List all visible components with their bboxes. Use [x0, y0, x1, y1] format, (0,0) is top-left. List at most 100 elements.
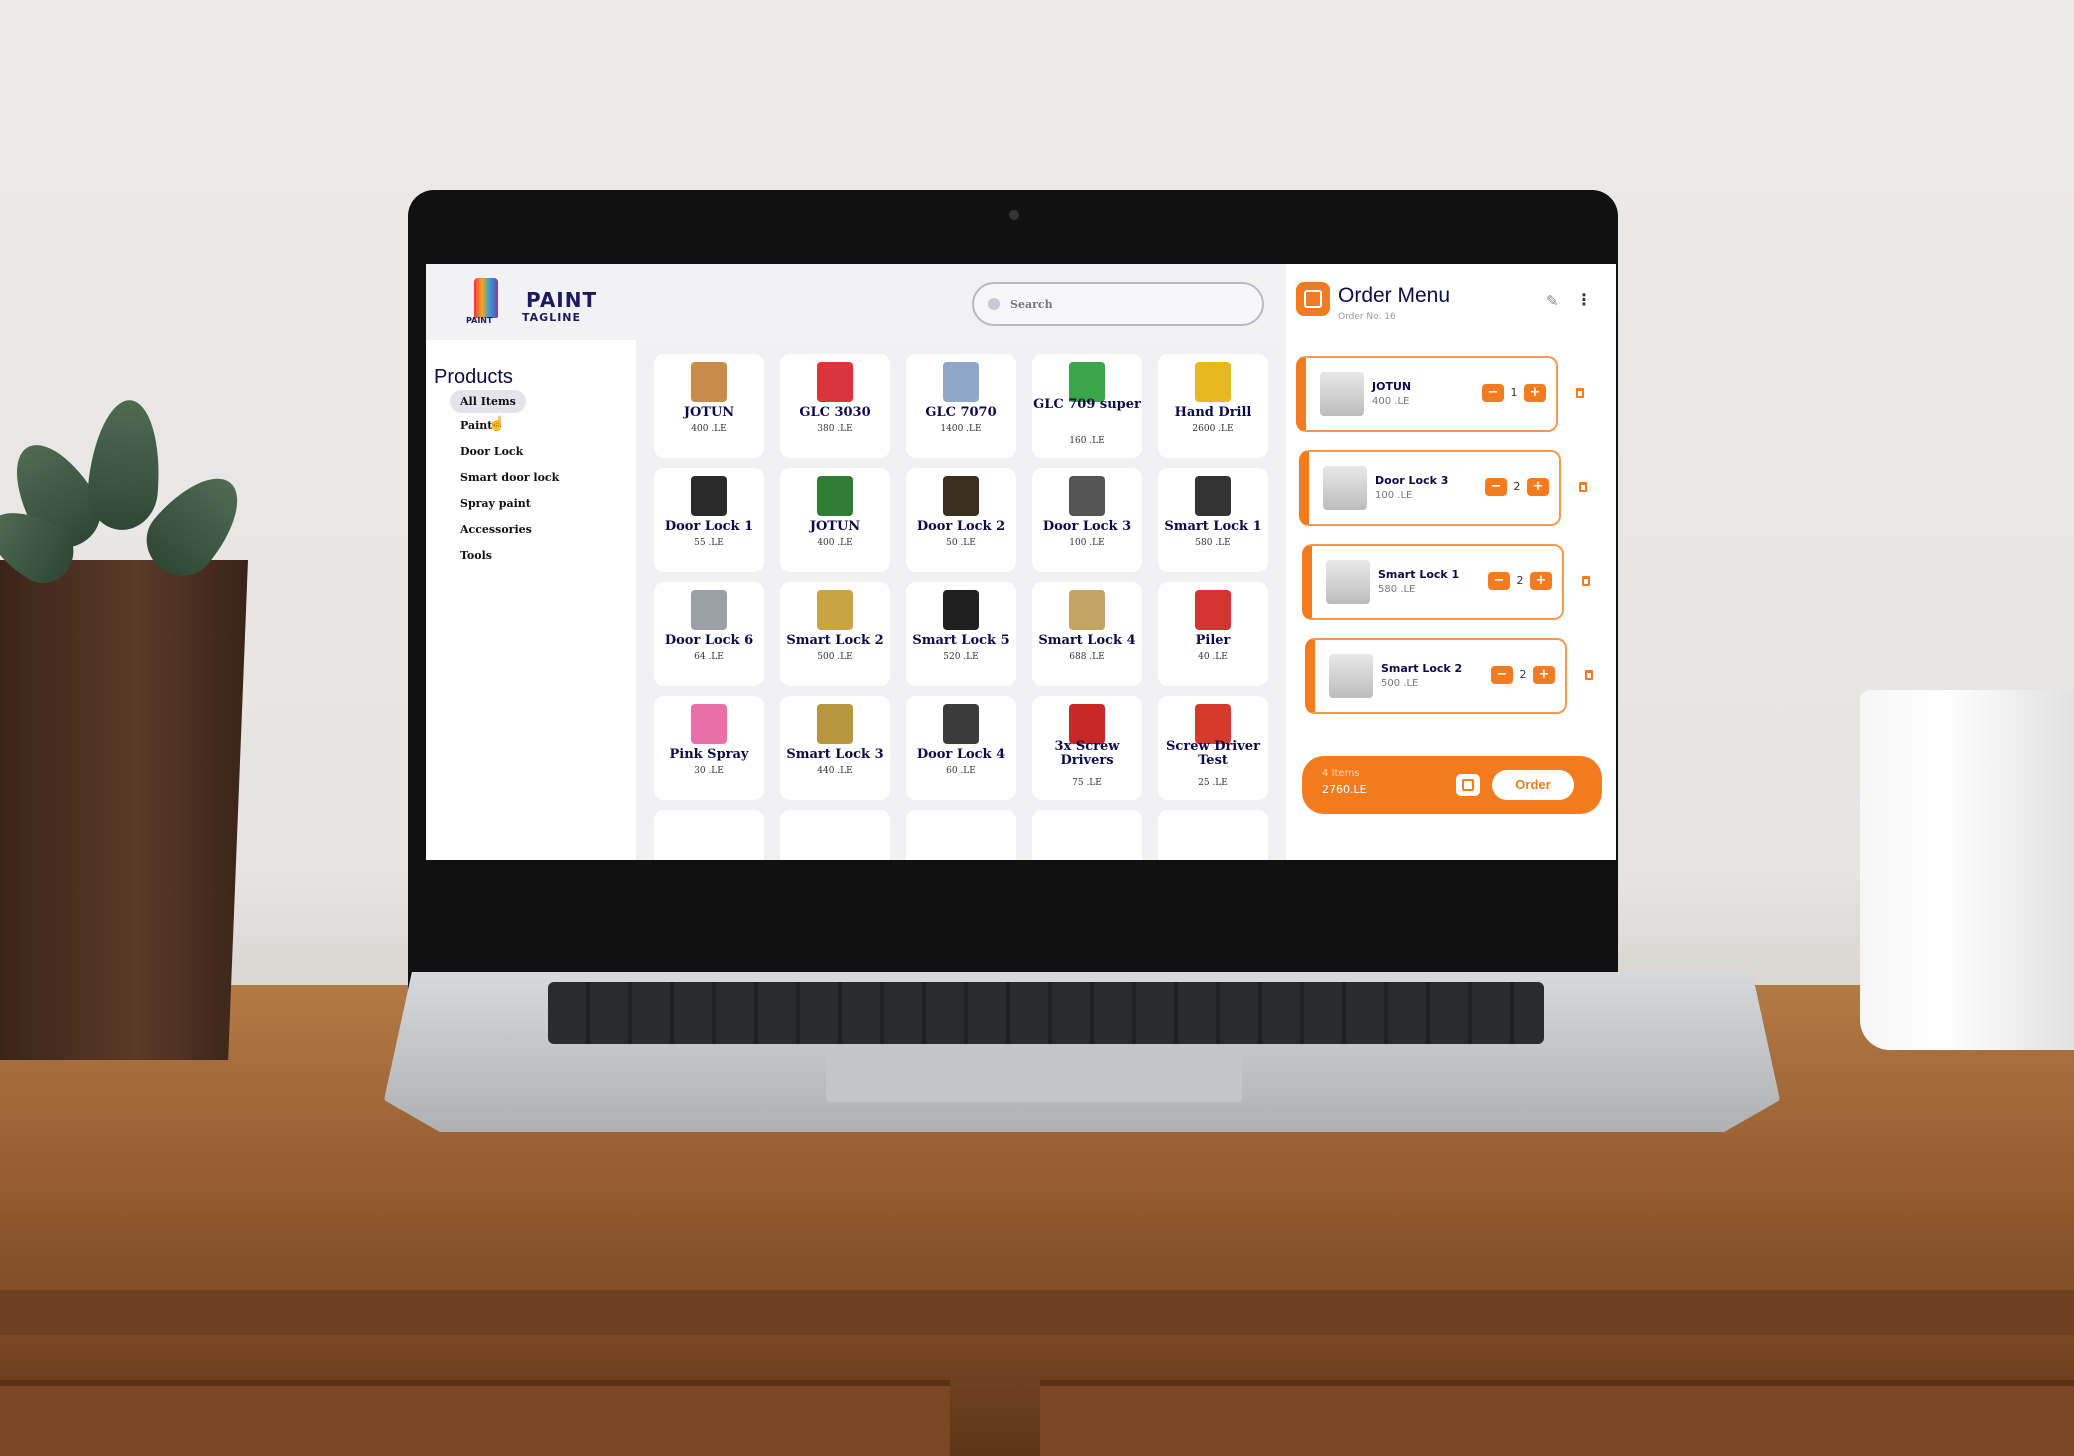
product-image — [943, 476, 979, 516]
product-card[interactable]: Smart Lock 1 580 .LE — [1158, 468, 1268, 572]
mug — [1860, 690, 2074, 1050]
product-price: 55 .LE — [694, 538, 724, 548]
sidebar-item-tools[interactable]: Tools — [450, 544, 502, 567]
product-card-partial[interactable] — [1032, 810, 1142, 860]
product-name: Piler — [1195, 633, 1231, 648]
trash-icon[interactable] — [1585, 670, 1593, 680]
sidebar-item-door-lock[interactable]: Door Lock — [450, 440, 533, 463]
product-card[interactable]: Piler 40 .LE — [1158, 582, 1268, 686]
product-card[interactable]: Door Lock 6 64 .LE — [654, 582, 764, 686]
product-name: Smart Lock 2 — [786, 633, 884, 648]
increase-quantity-button[interactable]: + — [1530, 572, 1552, 590]
trash-icon[interactable] — [1576, 388, 1584, 398]
product-name: Door Lock 2 — [916, 519, 1006, 534]
product-price: 500 .LE — [817, 652, 853, 662]
decrease-quantity-button[interactable]: − — [1485, 478, 1507, 496]
order-menu-icon — [1296, 282, 1330, 316]
product-card-partial[interactable] — [780, 810, 890, 860]
order-panel: Order Menu Order No. 16 ✎ ⋮ JOTUN 400 .LE… — [1286, 264, 1616, 860]
product-card[interactable]: GLC 709 super 160 .LE — [1032, 354, 1142, 458]
product-card[interactable]: Smart Lock 4 688 .LE — [1032, 582, 1142, 686]
product-price: 30 .LE — [694, 766, 724, 776]
product-name: JOTUN — [809, 519, 861, 534]
product-image — [1069, 476, 1105, 516]
cart-item-quantity: 1 — [1510, 386, 1518, 399]
edit-icon[interactable]: ✎ — [1546, 292, 1559, 310]
cart-item-image — [1320, 372, 1364, 416]
sidebar-item-spray-paint[interactable]: Spray paint — [450, 492, 541, 515]
product-image — [1069, 590, 1105, 630]
save-icon[interactable] — [1456, 774, 1480, 796]
product-image — [1195, 362, 1231, 402]
sidebar-item-accessories[interactable]: Accessories — [450, 518, 542, 541]
product-price: 380 .LE — [817, 424, 853, 434]
cart-item-quantity: 2 — [1519, 668, 1527, 681]
order-number: Order No. 16 — [1338, 312, 1396, 322]
product-card[interactable]: 3x Screw Drivers 75 .LE — [1032, 696, 1142, 800]
product-image — [691, 590, 727, 630]
brand-name: PAINT — [526, 288, 598, 312]
product-name: GLC 7070 — [925, 405, 997, 420]
cart-item-quantity: 2 — [1516, 574, 1524, 587]
order-button[interactable]: Order — [1492, 770, 1574, 800]
product-card[interactable]: GLC 3030 380 .LE — [780, 354, 890, 458]
product-card[interactable]: Screw Driver Test 25 .LE — [1158, 696, 1268, 800]
sidebar-item-smart-door-lock[interactable]: Smart door lock — [450, 466, 569, 489]
product-card-partial[interactable] — [906, 810, 1016, 860]
search-icon — [988, 298, 1000, 310]
cart-item-price: 500 .LE — [1381, 678, 1419, 689]
decrease-quantity-button[interactable]: − — [1491, 666, 1513, 684]
product-price: 440 .LE — [817, 766, 853, 776]
trash-icon[interactable] — [1579, 482, 1587, 492]
product-card[interactable]: JOTUN 400 .LE — [654, 354, 764, 458]
product-card[interactable]: Door Lock 2 50 .LE — [906, 468, 1016, 572]
product-card[interactable]: GLC 7070 1400 .LE — [906, 354, 1016, 458]
product-price: 160 .LE — [1069, 436, 1105, 446]
product-grid: JOTUN 400 .LE GLC 3030 380 .LE GLC 7070 1400 … — [636, 340, 1286, 860]
product-name: Screw Driver Test — [1166, 739, 1260, 768]
product-name: Pink Spray — [669, 747, 749, 762]
product-name: Smart Lock 1 — [1164, 519, 1262, 534]
product-name: Door Lock 4 — [916, 747, 1006, 762]
sidebar-title: Products — [434, 366, 513, 388]
cart-item: Door Lock 3 100 .LE −2 + — [1299, 450, 1561, 526]
product-card[interactable]: JOTUN 400 .LE — [780, 468, 890, 572]
product-name: Hand Drill — [1174, 405, 1252, 420]
product-card[interactable]: Door Lock 3 100 .LE — [1032, 468, 1142, 572]
product-card[interactable]: Door Lock 4 60 .LE — [906, 696, 1016, 800]
order-summary: 4 Items 2760.LE Order — [1302, 756, 1602, 814]
product-name: Smart Lock 4 — [1038, 633, 1136, 648]
product-card[interactable]: Smart Lock 2 500 .LE — [780, 582, 890, 686]
cart-item-price: 580 .LE — [1378, 584, 1416, 595]
product-image — [817, 476, 853, 516]
top-bar: PAINT PAINT TAGLINE Search — [426, 264, 1286, 340]
product-card[interactable]: Door Lock 1 55 .LE — [654, 468, 764, 572]
product-price: 64 .LE — [694, 652, 724, 662]
trash-icon[interactable] — [1582, 576, 1590, 586]
product-name: Door Lock 6 — [664, 633, 754, 648]
search-input[interactable]: Search — [972, 282, 1264, 326]
product-image — [1195, 476, 1231, 516]
more-options-icon[interactable]: ⋮ — [1576, 290, 1592, 309]
order-total: 2760.LE — [1322, 783, 1367, 796]
product-image — [817, 704, 853, 744]
product-card[interactable]: Hand Drill 2600 .LE — [1158, 354, 1268, 458]
product-card[interactable]: Smart Lock 3 440 .LE — [780, 696, 890, 800]
sidebar-item-all-items[interactable]: All Items — [450, 390, 526, 413]
decrease-quantity-button[interactable]: − — [1482, 384, 1504, 402]
logo-text: PAINT — [466, 316, 493, 325]
product-price: 2600 .LE — [1192, 424, 1234, 434]
decrease-quantity-button[interactable]: − — [1488, 572, 1510, 590]
app-screen: PAINT PAINT TAGLINE Search Products All … — [426, 264, 1616, 860]
cart-item: JOTUN 400 .LE −1 + — [1296, 356, 1558, 432]
plant-pot — [0, 560, 248, 1060]
plant-leaf — [84, 397, 166, 533]
product-card[interactable]: Pink Spray 30 .LE — [654, 696, 764, 800]
product-card-partial[interactable] — [1158, 810, 1268, 860]
product-card-partial[interactable] — [654, 810, 764, 860]
increase-quantity-button[interactable]: + — [1527, 478, 1549, 496]
webcam-icon — [1009, 210, 1019, 220]
increase-quantity-button[interactable]: + — [1524, 384, 1546, 402]
product-card[interactable]: Smart Lock 5 520 .LE — [906, 582, 1016, 686]
increase-quantity-button[interactable]: + — [1533, 666, 1555, 684]
